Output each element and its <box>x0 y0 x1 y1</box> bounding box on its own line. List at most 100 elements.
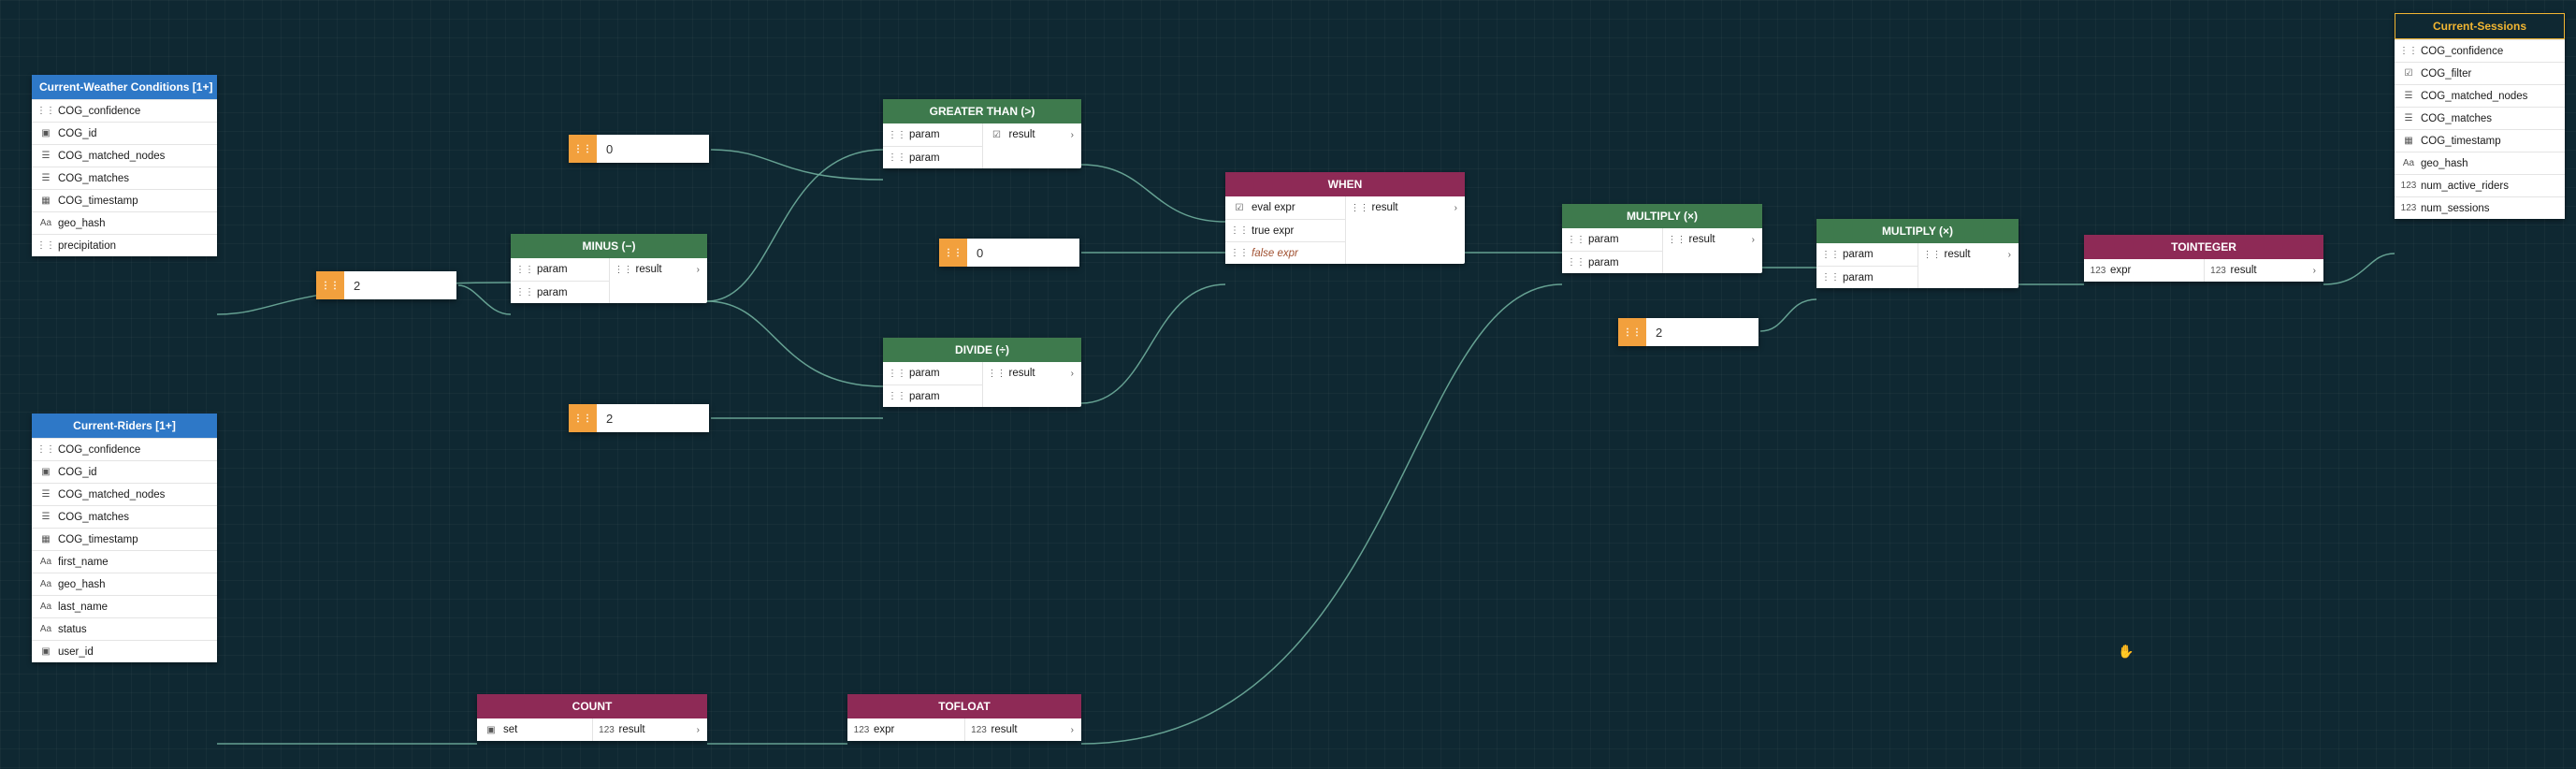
field-row[interactable]: ▣user_id <box>32 640 217 662</box>
op-minus[interactable]: MINUS (−) ⋮⋮param ⋮⋮param ⋮⋮result› <box>511 234 707 303</box>
entity-current-riders[interactable]: Current-Riders [1+] ⋮⋮COG_confidence ▣CO… <box>32 414 217 662</box>
input-port[interactable]: 123expr <box>2084 259 2204 282</box>
constant-value[interactable]: 0 <box>967 239 1079 267</box>
output-port[interactable]: ⋮⋮result› <box>1346 196 1466 219</box>
op-header: WHEN <box>1225 172 1465 196</box>
input-port[interactable]: ▣set <box>477 718 592 741</box>
tree-icon: ⋮⋮ <box>1353 201 1367 214</box>
tree-icon: ⋮⋮ <box>1570 233 1583 246</box>
constant-node[interactable]: ⋮⋮ 2 <box>569 404 709 432</box>
constant-value[interactable]: 2 <box>597 404 709 432</box>
output-port[interactable]: ⋮⋮result› <box>1663 228 1763 251</box>
input-port[interactable]: ⋮⋮param <box>511 258 609 281</box>
op-count[interactable]: COUNT ▣set 123result› <box>477 694 707 741</box>
field-row[interactable]: ▦COG_timestamp <box>32 528 217 550</box>
list-icon: ☰ <box>2402 112 2415 125</box>
input-port[interactable]: ⋮⋮false expr <box>1225 241 1345 264</box>
constant-node[interactable]: ⋮⋮ 2 <box>1618 318 1758 346</box>
field-row[interactable]: ▦COG_timestamp <box>32 189 217 211</box>
input-port[interactable]: ⋮⋮param <box>883 146 982 168</box>
field-row[interactable]: ▦COG_timestamp <box>2395 129 2565 152</box>
output-port[interactable]: ☑result› <box>983 123 1082 146</box>
field-row[interactable]: ☰COG_matches <box>32 505 217 528</box>
op-when[interactable]: WHEN ☑eval expr ⋮⋮true expr ⋮⋮false expr… <box>1225 172 1465 264</box>
field-row[interactable]: 123num_sessions <box>2395 196 2565 219</box>
input-port[interactable]: ⋮⋮param <box>883 123 982 146</box>
field-row[interactable]: ⋮⋮COG_confidence <box>32 99 217 122</box>
op-header: MULTIPLY (×) <box>1816 219 2019 243</box>
constant-node[interactable]: ⋮⋮ 0 <box>939 239 1079 267</box>
input-port[interactable]: ⋮⋮param <box>883 384 982 407</box>
input-port[interactable]: ⋮⋮param <box>1816 243 1918 266</box>
id-icon: ▣ <box>485 723 498 736</box>
arrow-icon: › <box>1746 235 1755 245</box>
field-row[interactable]: ☰COG_matched_nodes <box>32 144 217 167</box>
arrow-icon: › <box>2308 266 2316 276</box>
output-port[interactable]: ⋮⋮result› <box>1918 243 2019 266</box>
op-greater-than[interactable]: GREATER THAN (>) ⋮⋮param ⋮⋮param ☑result… <box>883 99 1081 168</box>
constant-node[interactable]: ⋮⋮ 2 <box>316 271 456 299</box>
field-row[interactable]: Aageo_hash <box>32 573 217 595</box>
constant-type-icon: ⋮⋮ <box>939 239 967 267</box>
list-icon: ☰ <box>39 511 52 524</box>
op-multiply-2[interactable]: MULTIPLY (×) ⋮⋮param ⋮⋮param ⋮⋮result› <box>1816 219 2019 288</box>
tree-icon: ⋮⋮ <box>1824 271 1837 284</box>
field-row[interactable]: 123num_active_riders <box>2395 174 2565 196</box>
field-row[interactable]: Aageo_hash <box>2395 152 2565 174</box>
input-port[interactable]: ⋮⋮param <box>883 362 982 384</box>
output-port[interactable]: ⋮⋮result› <box>610 258 708 281</box>
constant-value[interactable]: 0 <box>597 135 709 163</box>
output-port[interactable]: 123result› <box>965 718 1082 741</box>
arrow-icon: › <box>1065 130 1074 140</box>
op-divide[interactable]: DIVIDE (÷) ⋮⋮param ⋮⋮param ⋮⋮result› <box>883 338 1081 407</box>
output-port[interactable]: ⋮⋮result› <box>983 362 1082 384</box>
input-port[interactable]: ⋮⋮param <box>1562 251 1662 273</box>
field-row[interactable]: ☰COG_matches <box>2395 107 2565 129</box>
field-row[interactable]: ☰COG_matched_nodes <box>2395 84 2565 107</box>
input-port[interactable]: ⋮⋮true expr <box>1225 219 1345 241</box>
op-header: MINUS (−) <box>511 234 707 258</box>
field-row[interactable]: ☑COG_filter <box>2395 62 2565 84</box>
constant-type-icon: ⋮⋮ <box>1618 318 1646 346</box>
field-row[interactable]: ⋮⋮COG_confidence <box>32 438 217 460</box>
tree-icon: ⋮⋮ <box>2402 45 2415 58</box>
constant-type-icon: ⋮⋮ <box>569 404 597 432</box>
output-port[interactable]: 123result› <box>593 718 708 741</box>
tree-icon: ⋮⋮ <box>1233 225 1246 238</box>
op-tointeger[interactable]: TOINTEGER 123expr 123result› <box>2084 235 2323 282</box>
op-multiply-1[interactable]: MULTIPLY (×) ⋮⋮param ⋮⋮param ⋮⋮result› <box>1562 204 1762 273</box>
op-header: TOFLOAT <box>847 694 1081 718</box>
field-row[interactable]: Aalast_name <box>32 595 217 617</box>
num-icon: 123 <box>2402 202 2415 215</box>
op-tofloat[interactable]: TOFLOAT 123expr 123result› <box>847 694 1081 741</box>
output-port[interactable]: 123result› <box>2205 259 2324 282</box>
field-row[interactable]: ☰COG_matches <box>32 167 217 189</box>
input-port[interactable]: ☑eval expr <box>1225 196 1345 219</box>
constant-type-icon: ⋮⋮ <box>316 271 344 299</box>
tree-icon: ⋮⋮ <box>39 239 52 253</box>
field-row[interactable]: ⋮⋮precipitation <box>32 234 217 256</box>
input-port[interactable]: ⋮⋮param <box>1562 228 1662 251</box>
input-port[interactable]: ⋮⋮param <box>1816 266 1918 288</box>
tree-icon: ⋮⋮ <box>991 367 1004 380</box>
constant-value[interactable]: 2 <box>344 271 456 299</box>
tree-icon: ⋮⋮ <box>1570 256 1583 269</box>
entity-header: Current-Sessions <box>2395 13 2565 39</box>
field-row[interactable]: ▣COG_id <box>32 460 217 483</box>
field-row[interactable]: Aafirst_name <box>32 550 217 573</box>
constant-node[interactable]: ⋮⋮ 0 <box>569 135 709 163</box>
field-row[interactable]: ▣COG_id <box>32 122 217 144</box>
field-row[interactable]: ⋮⋮COG_confidence <box>2395 39 2565 62</box>
input-port[interactable]: 123expr <box>847 718 964 741</box>
field-row[interactable]: ☰COG_matched_nodes <box>32 483 217 505</box>
entity-current-sessions[interactable]: Current-Sessions ⋮⋮COG_confidence ☑COG_f… <box>2395 13 2565 219</box>
input-port[interactable]: ⋮⋮param <box>511 281 609 303</box>
field-row[interactable]: Aageo_hash <box>32 211 217 234</box>
entity-current-weather[interactable]: Current-Weather Conditions [1+] ⋮⋮COG_co… <box>32 75 217 256</box>
entity-header: Current-Riders [1+] <box>32 414 217 438</box>
field-row[interactable]: Aastatus <box>32 617 217 640</box>
num-icon: 123 <box>973 723 986 736</box>
entity-header: Current-Weather Conditions [1+] <box>32 75 217 99</box>
constant-value[interactable]: 2 <box>1646 318 1758 346</box>
tree-icon: ⋮⋮ <box>518 286 531 299</box>
